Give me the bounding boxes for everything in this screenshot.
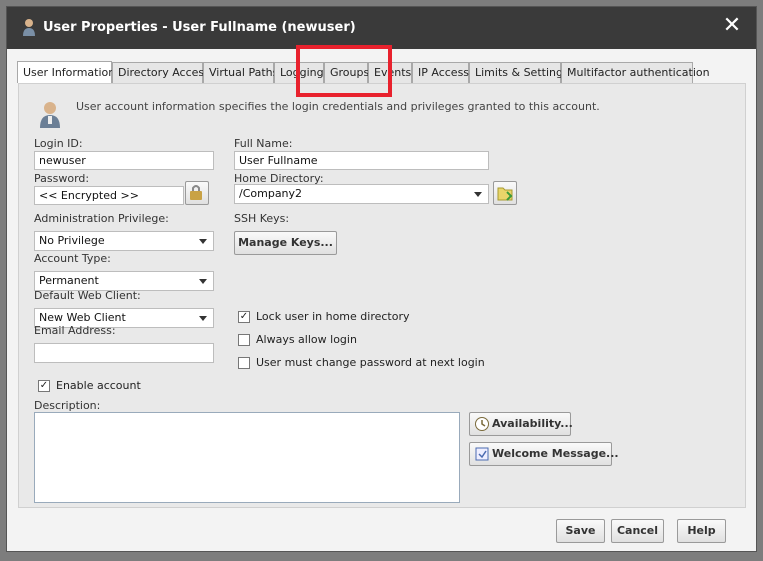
login-id-field[interactable]: newuser [34, 151, 214, 170]
tab-logging[interactable]: Logging [274, 62, 324, 83]
manage-keys-button[interactable]: Manage Keys... [234, 231, 337, 255]
always-allow-checkbox[interactable] [238, 334, 250, 346]
must-change-password-checkbox[interactable] [238, 357, 250, 369]
availability-label: Availability... [492, 417, 573, 430]
description-label: Description: [34, 399, 101, 412]
tab-user-information[interactable]: User Information [17, 61, 115, 83]
edit-password-button[interactable] [185, 181, 209, 205]
info-text: User account information specifies the l… [76, 100, 600, 113]
account-type-label: Account Type: [34, 252, 111, 265]
dialog-title: User Properties - User Fullname (newuser… [43, 20, 356, 35]
cancel-button[interactable]: Cancel [611, 519, 664, 543]
password-label: Password: [34, 172, 90, 185]
always-allow-label: Always allow login [256, 333, 357, 346]
tab-events[interactable]: Events [368, 62, 412, 83]
welcome-message-label: Welcome Message... [492, 447, 619, 460]
email-field[interactable] [34, 343, 214, 363]
welcome-message-icon [474, 446, 490, 470]
help-button[interactable]: Help [677, 519, 726, 543]
lock-home-label: Lock user in home directory [256, 310, 410, 323]
full-name-field[interactable]: User Fullname [234, 151, 489, 170]
title-bar: User Properties - User Fullname (newuser… [7, 7, 756, 49]
full-name-label: Full Name: [234, 137, 293, 150]
admin-privilege-label: Administration Privilege: [34, 212, 169, 225]
password-field[interactable]: << Encrypted >> [34, 186, 184, 205]
tab-virtual-paths[interactable]: Virtual Paths [203, 62, 278, 83]
enable-account-checkbox[interactable]: ✓ [38, 380, 50, 392]
ssh-keys-label: SSH Keys: [234, 212, 290, 225]
tab-directory-access[interactable]: Directory Access [112, 62, 210, 83]
admin-privilege-select[interactable]: No Privilege [34, 231, 214, 251]
save-button[interactable]: Save [556, 519, 605, 543]
must-change-password-label: User must change password at next login [256, 356, 485, 369]
home-directory-select[interactable]: /Company2 [234, 184, 489, 204]
tab-limits-settings[interactable]: Limits & Settings [469, 62, 569, 83]
user-icon [21, 18, 37, 36]
login-id-label: Login ID: [34, 137, 83, 150]
tab-ip-access[interactable]: IP Access [412, 62, 469, 83]
clock-icon [474, 416, 490, 440]
lock-home-checkbox[interactable]: ✓ [238, 311, 250, 323]
key-edit-icon [186, 185, 208, 207]
browse-home-directory-button[interactable] [493, 181, 517, 205]
account-type-select[interactable]: Permanent [34, 271, 214, 291]
availability-button[interactable]: Availability... [469, 412, 573, 436]
enable-account-label: Enable account [56, 379, 141, 392]
default-web-client-label: Default Web Client: [34, 289, 141, 302]
user-properties-dialog: User Properties - User Fullname (newuser… [6, 6, 757, 552]
tab-groups[interactable]: Groups [324, 62, 369, 83]
email-label: Email Address: [34, 324, 116, 337]
close-icon[interactable]: ✕ [720, 15, 744, 39]
tab-multifactor-authentication[interactable]: Multifactor authentication [561, 62, 710, 83]
welcome-message-button[interactable]: Welcome Message... [469, 442, 619, 466]
user-information-panel: User account information specifies the l… [18, 83, 746, 508]
folder-browse-icon [494, 187, 516, 207]
user-info-icon [39, 100, 61, 131]
description-textarea[interactable] [34, 412, 460, 503]
